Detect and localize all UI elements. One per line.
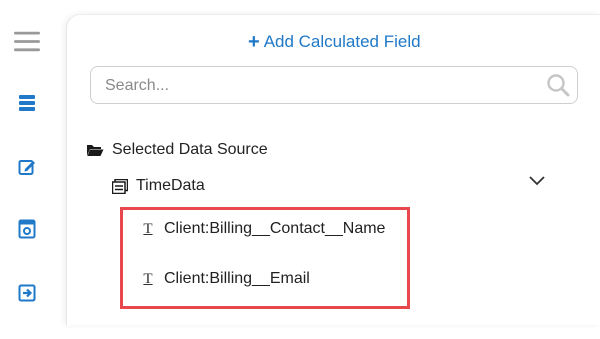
tree-root-label: Selected Data Source xyxy=(112,141,268,158)
folder-open-icon xyxy=(87,145,104,156)
text-field-icon: T xyxy=(143,220,153,237)
settings-page-icon[interactable] xyxy=(14,216,40,242)
plus-icon: + xyxy=(248,31,260,53)
dataset-row[interactable]: TimeData xyxy=(112,177,205,195)
export-icon[interactable] xyxy=(14,280,40,306)
add-calculated-field-button[interactable]: + Add Calculated Field xyxy=(248,32,421,52)
tree-root-row[interactable]: Selected Data Source xyxy=(86,141,268,159)
search-icon[interactable] xyxy=(545,72,571,98)
dataset-table-icon xyxy=(112,178,128,194)
edit-icon[interactable] xyxy=(14,154,40,180)
text-field-icon: T xyxy=(143,270,153,287)
field-label: Client:Billing__Email xyxy=(164,270,310,287)
search-box xyxy=(90,66,578,105)
field-item[interactable]: T Client:Billing__Email xyxy=(142,270,310,288)
datasource-icon[interactable] xyxy=(14,90,40,116)
menu-icon[interactable] xyxy=(14,28,40,54)
field-label: Client:Billing__Contact__Name xyxy=(164,220,386,237)
dataset-label: TimeData xyxy=(136,177,205,194)
field-item[interactable]: T Client:Billing__Contact__Name xyxy=(142,220,385,238)
chevron-down-icon[interactable] xyxy=(528,174,546,188)
left-rail xyxy=(0,0,58,339)
add-calculated-field-label: Add Calculated Field xyxy=(263,32,421,51)
search-input[interactable] xyxy=(103,67,537,105)
